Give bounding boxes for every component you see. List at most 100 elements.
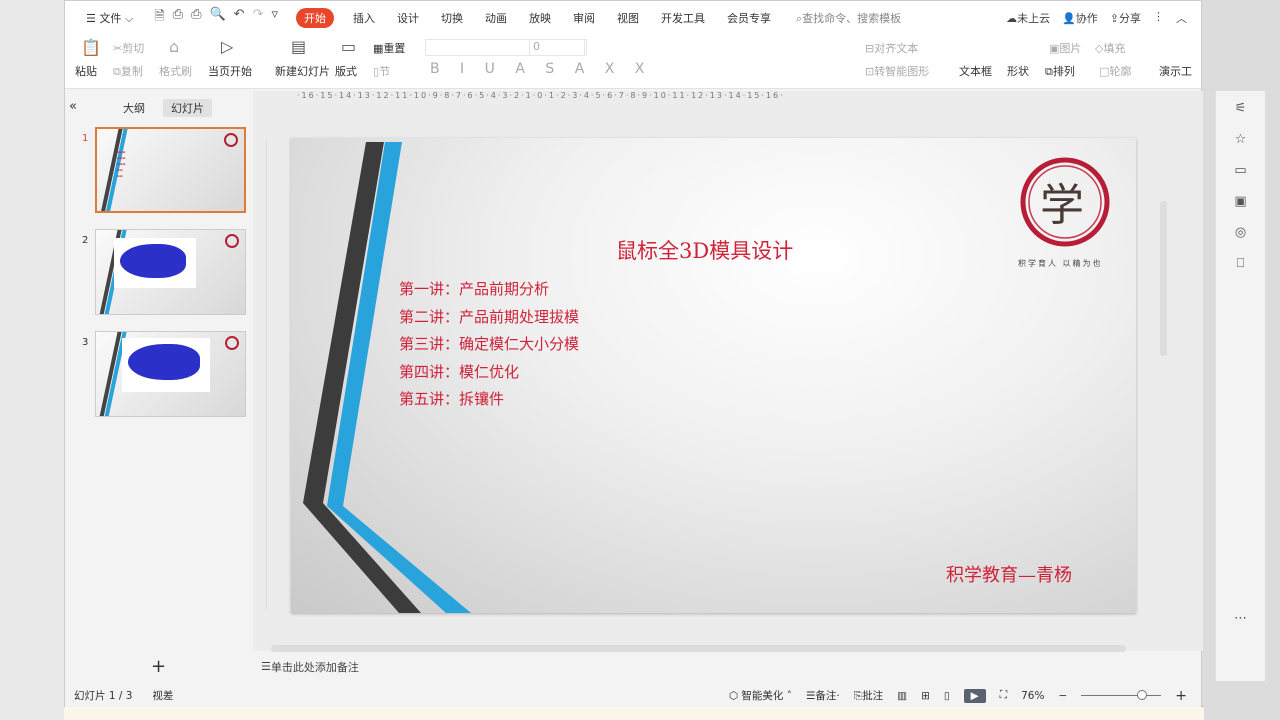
export-pdf-icon[interactable]: ⎙ [173,7,183,29]
cut-button[interactable]: ✂剪切 [113,40,144,56]
tab-slideshow[interactable]: 放映 [518,10,562,26]
paste-button[interactable]: 粘贴 [75,63,97,79]
background-window-bottom [64,706,1204,720]
wps-presentation-window: ☰ 文件 ⌵ 🗎 ⎙ ⎙ 🔍 ↶ ↷ ▿ 开始 插入 设计 切换 动画 放映 审阅 视图 开… [64,0,1265,707]
fit-window-icon[interactable]: ⛶ [1000,689,1007,702]
share-button[interactable]: ⇪分享 [1110,10,1141,26]
align-text-button[interactable]: ⊟对齐文本 [865,40,918,56]
picture-button[interactable]: ▣图片 [1049,40,1081,56]
slideshow-play-button[interactable]: ▶ [963,688,986,703]
format-painter-button[interactable]: 格式刷 [159,63,192,79]
font-size-select[interactable]: 0 [529,39,587,56]
shape-button[interactable]: 形状 [1007,63,1029,79]
zoom-level[interactable]: 76% [1021,690,1044,702]
properties-icon[interactable]: ⚟ [1216,101,1265,116]
redo-icon[interactable]: ↷ [253,7,264,29]
add-slide-button[interactable]: + [151,656,166,677]
layout-icon: ▭ [341,37,357,56]
smart-beautify-button[interactable]: ⬡ 智能美化 ˄ [729,688,792,703]
tab-animation[interactable]: 动画 [474,10,518,26]
tab-review[interactable]: 审阅 [562,10,606,26]
zoom-slider[interactable] [1081,690,1162,700]
customize-icon[interactable]: ▿ [271,7,278,29]
collab-button[interactable]: 👤协作 [1062,10,1098,26]
slide-number: 3 [82,337,89,348]
copy-button[interactable]: ⧉复制 [113,63,143,79]
notes-toggle-button[interactable]: ☰备注· [806,688,840,703]
layout-button[interactable]: 版式 [335,63,357,79]
notes-icon: ☰ [261,660,271,673]
theme-name: 视差 [152,690,174,702]
slide-title[interactable]: 鼠标全3D模具设计 [616,235,793,265]
new-slide-icon: ▤ [291,37,307,56]
outline-button[interactable]: □轮廓 [1099,63,1131,79]
vertical-scrollbar[interactable] [1160,201,1167,356]
right-sidebar: ⚟ ☆ ▭ ▣ ◎ ⎕ ⋯ [1215,91,1265,681]
file-menu[interactable]: ☰ 文件 ⌵ [75,10,144,26]
zoom-slider-thumb[interactable] [1137,690,1148,700]
normal-view-icon[interactable]: ▥ [897,690,907,702]
reading-view-icon[interactable]: ▯ [944,690,950,702]
vertical-ruler [257,139,267,609]
slide-editor: ·16·15·14·13·12·11·10·9·8·7·6·5·4·3·2·1·… [253,91,1203,651]
sorter-view-icon[interactable]: ⊞ [921,690,930,702]
tab-outline[interactable]: 大纲 [115,99,153,117]
smartart-button[interactable]: ⊡转智能图形 [865,63,929,79]
more-options-icon[interactable]: ⋯ [1216,611,1265,626]
comments-button[interactable]: ⎘批注 [854,688,883,703]
presentation-tools-button[interactable]: 演示工 [1159,63,1192,79]
tab-developer[interactable]: 开发工具 [650,10,716,26]
slide-author[interactable]: 积学教育—青杨 [946,561,1072,587]
tab-slides[interactable]: 幻灯片 [163,99,212,117]
fill-button[interactable]: ◇填充 [1095,40,1125,56]
section-button[interactable]: ▯节 [373,63,390,79]
slide-thumbnail-2[interactable] [95,229,246,315]
tab-design[interactable]: 设计 [386,10,430,26]
book-icon[interactable]: ⎕ [1216,256,1265,271]
play-icon: ▷ [221,37,234,56]
slide-number: 1 [82,133,89,144]
zoom-out-button[interactable]: − [1058,690,1067,702]
status-bar: 幻灯片 1 / 3 视差 ⬡ 智能美化 ˄ ☰备注· ⎘批注 ▥ ⊞ ▯ ▶ ⛶… [65,684,1201,707]
cloud-button[interactable]: ☁未上云 [1006,10,1050,26]
tab-view[interactable]: 视图 [606,10,650,26]
logo-character: 学 [1040,180,1084,231]
slide-counter: 幻灯片 1 / 3 [74,690,133,702]
command-search[interactable]: ⌕查找命令、搜索模板 [796,10,901,26]
textbox-button[interactable]: 文本框 [959,63,992,79]
slide-thumbnail-panel: « 大纲 幻灯片 1 ▬▬▬ ▬▬▬ ▬▬▬ ▬▬ ▬▬ 2 3 + [65,91,253,681]
collapse-ribbon-icon[interactable]: ︿ [1176,10,1187,26]
notes-area[interactable]: ☰ 单击此处添加备注 [253,654,1153,679]
print-icon[interactable]: ⎙ [191,7,201,29]
horizontal-scrollbar[interactable] [271,645,1126,652]
arrange-button[interactable]: ⧉排列 [1045,63,1075,79]
slides-icon[interactable]: ▭ [1216,163,1265,178]
school-logo: 学 [1018,155,1113,250]
lecture-item: 第三讲：确定模仁大小分模 [399,335,580,353]
zoom-in-button[interactable]: + [1175,688,1187,704]
slide-canvas[interactable]: 鼠标全3D模具设计 第一讲：产品前期分析 第二讲：产品前期处理拔模 第三讲：确定… [291,138,1136,613]
print-preview-icon[interactable]: 🔍 [209,7,225,29]
more-icon[interactable]: ⋮ [1153,10,1164,26]
lecture-item: 第一讲：产品前期分析 [399,280,550,298]
slide-thumbnail-3[interactable] [95,331,246,417]
tab-home[interactable]: 开始 [296,8,334,28]
tab-insert[interactable]: 插入 [342,10,386,26]
undo-icon[interactable]: ↶ [234,7,245,29]
tab-member[interactable]: 会员专享 [716,10,782,26]
save-icon[interactable]: 🗎 [154,7,164,29]
picture-icon[interactable]: ▣ [1216,194,1265,209]
new-slide-button[interactable]: 新建幻灯片 [275,63,330,79]
lecture-item: 第五讲：拆镶件 [399,390,505,408]
horizontal-ruler: ·16·15·14·13·12·11·10·9·8·7·6·5·4·3·2·1·… [297,91,785,100]
animation-icon[interactable]: ☆ [1216,132,1265,147]
font-style-buttons[interactable]: B I U A S A X X [430,61,652,77]
play-from-current-button[interactable]: 当页开始 [208,63,252,79]
slide-number: 2 [82,235,89,246]
slide-thumbnail-1[interactable]: ▬▬▬ ▬▬▬ ▬▬▬ ▬▬ ▬▬ [95,127,246,213]
slide-lecture-list[interactable]: 第一讲：产品前期分析 第二讲：产品前期处理拔模 第三讲：确定模仁大小分模 第四讲… [399,276,579,414]
tab-transitions[interactable]: 切换 [430,10,474,26]
paste-icon[interactable]: 📋 [81,38,101,57]
navigation-icon[interactable]: ◎ [1216,225,1265,240]
reset-button[interactable]: ▦重置 [373,40,405,56]
